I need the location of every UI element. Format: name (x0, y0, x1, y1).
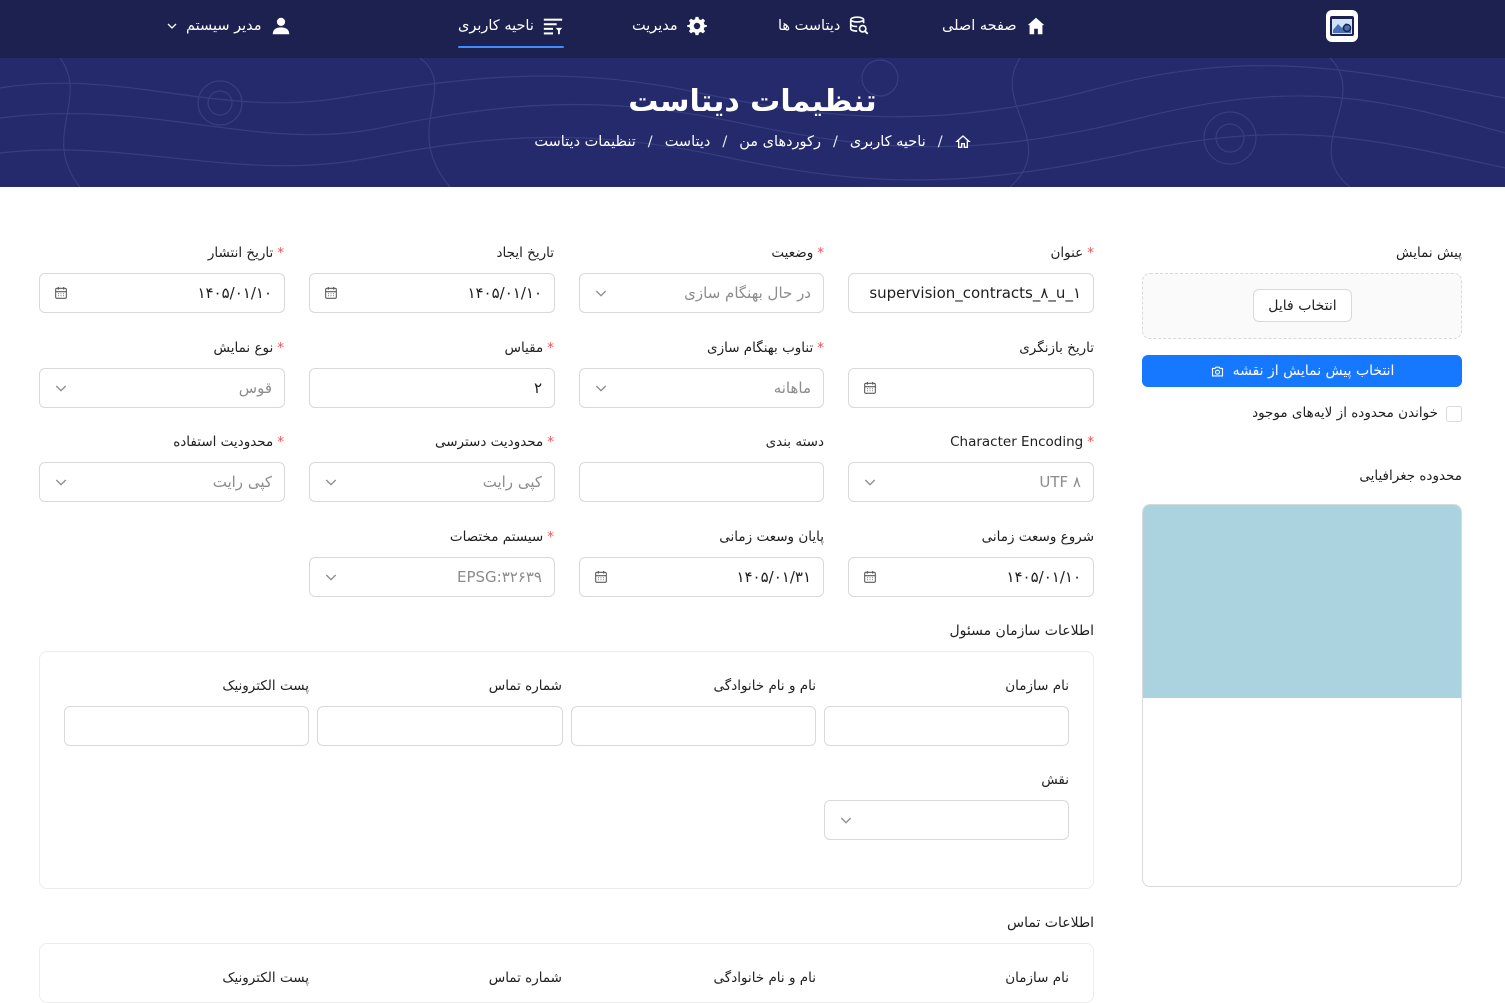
nav-datasets-label: دیتاست ها (778, 18, 841, 34)
chevron-down-icon (52, 379, 70, 397)
list-filter-icon (543, 18, 563, 35)
read-extent-label: خواندن محدوده از لایه‌های موجود (1252, 405, 1438, 421)
title-input[interactable]: supervision_contracts_۸_u_۱ (848, 273, 1094, 313)
published-date-label: *تاریخ انتشار (207, 245, 284, 261)
time-end-input[interactable]: ۱۴۰۵/۰۱/۳۱ (579, 557, 824, 597)
breadcrumb: / ناحیه کاربری / رکوردهای من / دیتاست / … (0, 134, 1505, 150)
geo-extent-label: محدوده جغرافیایی (1359, 468, 1462, 484)
page-title: تنظیمات دیتاست (628, 84, 877, 119)
chevron-down-icon (167, 23, 177, 29)
breadcrumb-my-records[interactable]: رکوردهای من (739, 134, 821, 150)
display-type-select[interactable]: قوس (39, 368, 285, 408)
crs-label: *سیستم مختصات (449, 529, 554, 545)
contact-phone-label: شماره تماس (488, 970, 562, 986)
preview-label: پیش نمایش (1396, 245, 1462, 261)
select-preview-label: انتخاب پیش نمایش از نقشه (1232, 363, 1395, 379)
contact-fullname-label: نام و نام خانوادگی (713, 970, 816, 986)
access-constraint-select[interactable]: کپی رایت (309, 462, 555, 502)
page-header-banner: تنظیمات دیتاست / ناحیه کاربری / رکوردهای… (0, 58, 1505, 187)
camera-icon (1211, 366, 1223, 376)
status-label: *وضعیت (771, 245, 824, 261)
created-date-label: تاریخ ایجاد (496, 245, 554, 261)
user-menu[interactable]: مدیر سیستم (166, 0, 292, 52)
access-constraint-label: *محدودیت دسترسی (434, 434, 554, 450)
org-role-select[interactable] (824, 800, 1069, 840)
choose-file-button[interactable]: انتخاب فایل (1253, 289, 1352, 322)
chevron-down-icon (322, 473, 340, 491)
crs-select[interactable]: EPSG:۳۲۶۳۹ (309, 557, 555, 597)
home-outline-icon[interactable] (954, 134, 971, 150)
time-start-input[interactable]: ۱۴۰۵/۰۱/۱۰ (848, 557, 1094, 597)
chevron-down-icon (837, 811, 855, 829)
encoding-label: *Character Encoding (950, 434, 1094, 450)
nav-admin[interactable]: مدیریت (632, 0, 708, 52)
nav-user-area-label: ناحیه کاربری (458, 18, 534, 34)
scale-label: *مقیاس (504, 340, 554, 356)
chevron-down-icon (322, 568, 340, 586)
user-menu-label: مدیر سیستم (186, 18, 262, 34)
nav-home-label: صفحه اصلی (942, 18, 1017, 34)
org-phone-input[interactable] (317, 706, 563, 746)
select-preview-from-map-button[interactable]: انتخاب پیش نمایش از نقشه (1142, 355, 1462, 387)
update-frequency-select[interactable]: ماهانه (579, 368, 824, 408)
topographic-pattern (0, 58, 1505, 187)
calendar-icon (592, 568, 610, 586)
top-navbar: صفحه اصلی دیتاست ها مدیریت ناحیه کاربری (0, 0, 1505, 58)
app-logo[interactable] (1326, 10, 1358, 42)
org-fullname-input[interactable] (571, 706, 816, 746)
org-name-input[interactable] (824, 706, 1069, 746)
calendar-icon (322, 284, 340, 302)
chevron-down-icon (52, 473, 70, 491)
org-email-input[interactable] (64, 706, 309, 746)
breadcrumb-user-area[interactable]: ناحیه کاربری (850, 134, 926, 150)
chevron-down-icon (861, 473, 879, 491)
contact-email-label: پست الکترونیک (222, 970, 309, 986)
contact-org-name-label: نام سازمان (1005, 970, 1069, 986)
chevron-down-icon (592, 284, 610, 302)
org-phone-label: شماره تماس (488, 678, 562, 694)
calendar-icon (861, 568, 879, 586)
geo-extent-map[interactable] (1142, 504, 1462, 887)
usage-constraint-select[interactable]: کپی رایت (39, 462, 285, 502)
org-section-panel (39, 651, 1094, 889)
nav-admin-label: مدیریت (632, 18, 678, 34)
category-label: دسته بندی (765, 434, 824, 450)
display-type-label: *نوع نمایش (213, 340, 284, 356)
logo-icon (1330, 16, 1354, 36)
map-water-area (1143, 505, 1461, 698)
gear-icon (686, 16, 707, 36)
nav-home[interactable]: صفحه اصلی (942, 0, 1047, 52)
revision-date-input[interactable] (848, 368, 1094, 408)
database-search-icon (850, 16, 869, 35)
chevron-down-icon (592, 379, 610, 397)
revision-date-label: تاریخ بازنگری (1019, 340, 1094, 356)
created-date-input[interactable]: ۱۴۰۵/۰۱/۱۰ (309, 273, 555, 313)
calendar-icon (52, 284, 70, 302)
org-email-label: پست الکترونیک (222, 678, 309, 694)
update-frequency-label: *تناوب بهنگام سازی (707, 340, 824, 356)
breadcrumb-current: تنظیمات دیتاست (534, 134, 636, 150)
user-icon (272, 17, 289, 35)
usage-constraint-label: *محدودیت استفاده (173, 434, 284, 450)
category-input[interactable] (579, 462, 824, 502)
published-date-input[interactable]: ۱۴۰۵/۰۱/۱۰ (39, 273, 285, 313)
time-end-label: پایان وسعت زمانی (719, 529, 824, 545)
home-icon (1027, 17, 1044, 35)
read-extent-checkbox[interactable] (1446, 406, 1462, 422)
contact-section-title: اطلاعات تماس (1007, 915, 1094, 931)
contact-section-panel (39, 943, 1094, 1003)
encoding-select[interactable]: UTF ۸ (848, 462, 1094, 502)
title-label: *عنوان (1050, 245, 1094, 261)
org-name-label: نام سازمان (1005, 678, 1069, 694)
nav-datasets[interactable]: دیتاست ها (778, 0, 870, 52)
org-section-title: اطلاعات سازمان مسئول (949, 623, 1094, 639)
org-role-label: نقش (1041, 772, 1069, 788)
time-start-label: شروع وسعت زمانی (981, 529, 1094, 545)
status-select[interactable]: در حال بهنگام سازی (579, 273, 824, 313)
breadcrumb-dataset[interactable]: دیتاست (665, 134, 711, 150)
calendar-icon (861, 379, 879, 397)
nav-user-area[interactable]: ناحیه کاربری (458, 0, 564, 52)
org-fullname-label: نام و نام خانوادگی (713, 678, 816, 694)
scale-input[interactable]: ۲ (309, 368, 555, 408)
